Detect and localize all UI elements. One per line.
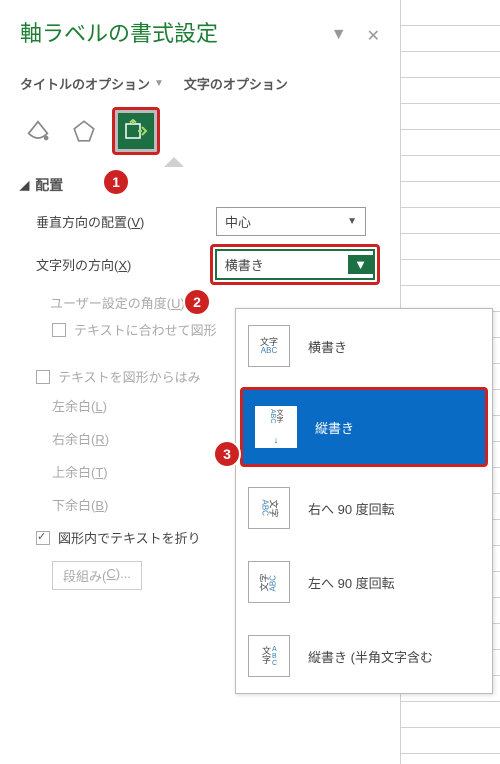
menu-item-rotate-right[interactable]: 文字ABC 右へ 90 度回転 <box>236 471 492 545</box>
checkbox-icon <box>36 531 50 545</box>
columns-button: 段組み(C)... <box>52 561 142 590</box>
chevron-down-icon: ▼ <box>347 216 357 227</box>
panel-close-icon[interactable]: ✕ <box>367 26 380 46</box>
panel-title: 軸ラベルの書式設定 <box>20 16 218 48</box>
section-alignment[interactable]: ◢ 配置 <box>20 175 380 195</box>
size-properties-icon[interactable] <box>118 113 154 149</box>
field-vertical-alignment: 垂直方向の配置(V) 中心 ▼ <box>20 207 380 236</box>
size-properties-icon-highlight <box>112 107 160 155</box>
text-direction-dropdown: 文字ABC 横書き 文字ABC ↓ 縦書き 文字ABC 右へ 90 度回転 文字… <box>235 308 493 694</box>
panel-title-row: 軸ラベルの書式設定 ▼ ✕ <box>20 16 380 56</box>
chevron-down-icon: ▼ <box>348 255 373 274</box>
checkbox-icon <box>36 370 50 384</box>
select-text-direction-highlight: 横書き ▼ <box>210 244 380 285</box>
field-text-direction: 文字列の方向(X) 横書き ▼ <box>20 244 380 285</box>
menu-item-rotate-left[interactable]: 文字ABC 左へ 90 度回転 <box>236 545 492 619</box>
menu-item-vertical-ascii[interactable]: 文字 ABC 縦書き (半角文字含む <box>236 619 492 693</box>
menu-item-vertical[interactable]: 文字ABC ↓ 縦書き <box>240 387 488 467</box>
checkbox-icon <box>52 323 66 337</box>
callout-badge-3: 3 <box>213 440 241 468</box>
direction-vertical-icon: 文字ABC ↓ <box>255 406 297 448</box>
chevron-down-icon: ▼ <box>154 78 164 89</box>
panel-options-arrow-icon[interactable]: ▼ <box>331 26 347 46</box>
select-text-direction[interactable]: 横書き ▼ <box>215 249 375 280</box>
direction-rotate-right-icon: 文字ABC <box>248 487 290 529</box>
tab-title-options[interactable]: タイトルのオプション ▼ <box>20 74 164 93</box>
menu-item-horizontal[interactable]: 文字ABC 横書き <box>236 309 492 383</box>
panel-tabs: タイトルのオプション ▼ 文字のオプション <box>20 74 380 93</box>
direction-vertical-ascii-icon: 文字 ABC <box>248 635 290 677</box>
label-text-direction: 文字列の方向(X) <box>36 255 210 274</box>
fill-icon[interactable] <box>20 113 56 149</box>
section-collapse-icon: ◢ <box>20 178 29 192</box>
direction-rotate-left-icon: 文字ABC <box>248 561 290 603</box>
label-vertical-alignment: 垂直方向の配置(V) <box>36 212 216 231</box>
category-icons <box>20 107 380 155</box>
select-vertical-alignment[interactable]: 中心 ▼ <box>216 207 366 236</box>
tab-pointer <box>164 157 184 167</box>
callout-badge-2: 2 <box>183 288 211 316</box>
tab-text-options[interactable]: 文字のオプション <box>184 74 288 93</box>
callout-badge-1: 1 <box>102 168 130 196</box>
direction-horizontal-icon: 文字ABC <box>248 325 290 367</box>
effects-icon[interactable] <box>66 113 102 149</box>
